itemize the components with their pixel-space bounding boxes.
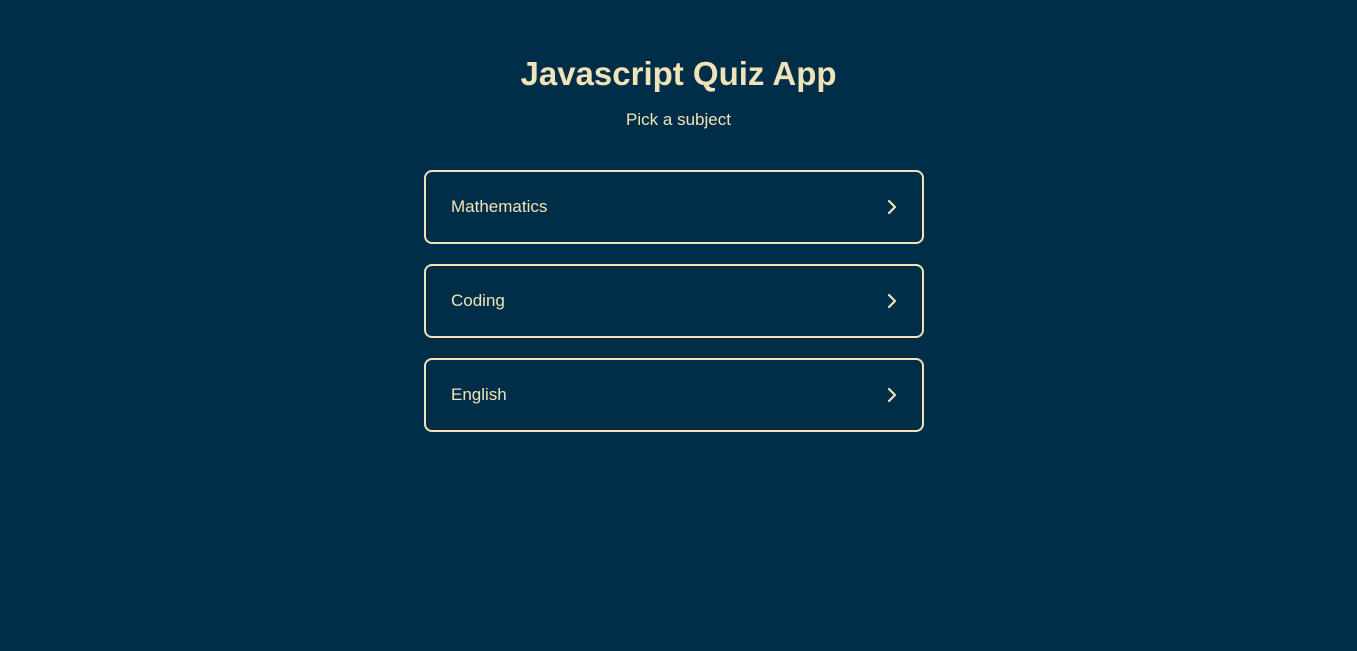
subject-label: Coding bbox=[451, 291, 505, 310]
subject-item-mathematics[interactable]: Mathematics bbox=[424, 170, 924, 244]
chevron-right-icon bbox=[882, 385, 902, 405]
page-subtitle: Pick a subject bbox=[626, 110, 731, 129]
chevron-right-icon bbox=[882, 291, 902, 311]
subject-item-english[interactable]: English bbox=[424, 358, 924, 432]
chevron-right-icon bbox=[882, 197, 902, 217]
subject-list: Mathematics Coding English bbox=[424, 170, 924, 452]
subject-label: Mathematics bbox=[451, 197, 548, 216]
page-title: Javascript Quiz App bbox=[520, 55, 837, 92]
subject-label: English bbox=[451, 385, 507, 404]
subject-item-coding[interactable]: Coding bbox=[424, 264, 924, 338]
quiz-app-page: Javascript Quiz App Pick a subject Mathe… bbox=[0, 0, 1357, 651]
